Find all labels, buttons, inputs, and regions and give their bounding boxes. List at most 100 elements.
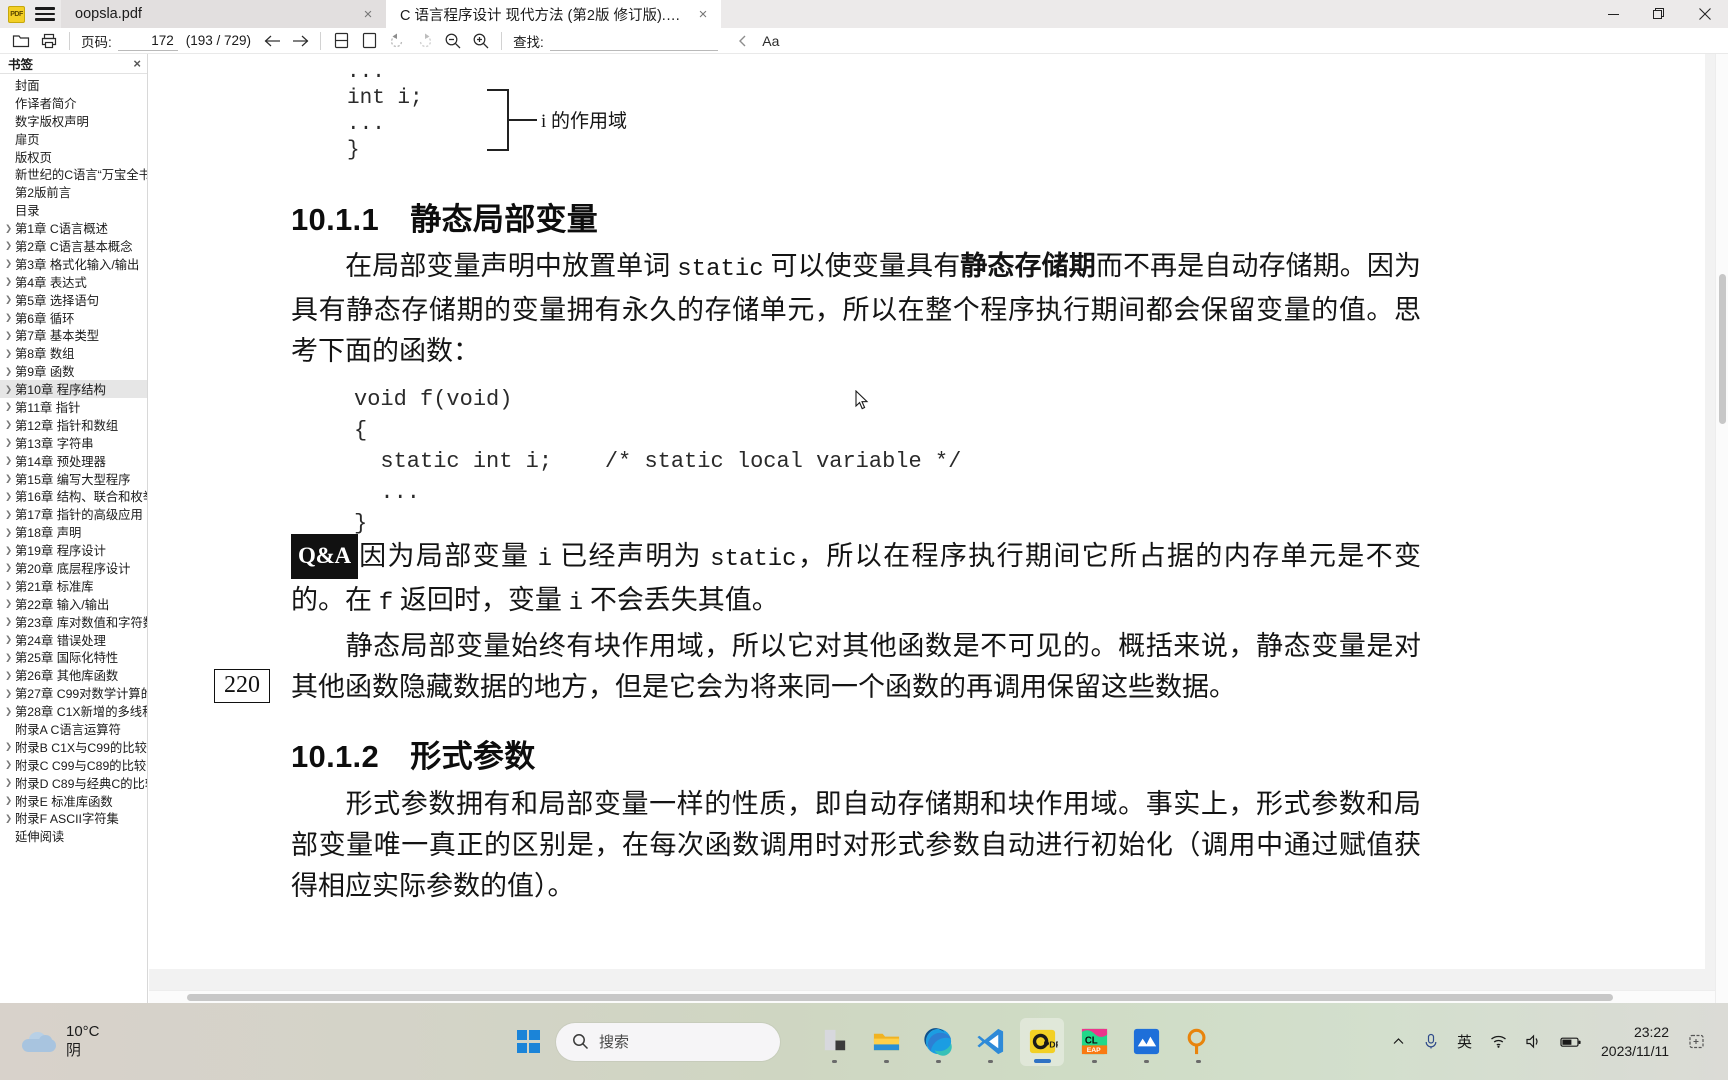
mountain-app-icon[interactable] xyxy=(1124,1018,1168,1066)
bookmark-item[interactable]: ❯ 第21章 标准库 xyxy=(0,577,147,595)
wifi-icon[interactable] xyxy=(1481,1019,1516,1065)
two-page-view-icon[interactable] xyxy=(328,29,354,53)
bookmark-item[interactable]: ❯作译者简介 xyxy=(0,94,147,112)
tab-close-icon[interactable]: × xyxy=(360,7,376,22)
minimize-button[interactable] xyxy=(1590,0,1636,28)
bookmark-item[interactable]: ❯ 第3章 格式化输入/输出 xyxy=(0,255,147,273)
chevron-right-icon[interactable]: ❯ xyxy=(2,276,15,287)
bookmark-item[interactable]: ❯ 第22章 输入/输出 xyxy=(0,595,147,613)
chevron-right-icon[interactable]: ❯ xyxy=(2,240,15,251)
print-icon[interactable] xyxy=(36,29,62,53)
chevron-right-icon[interactable]: ❯ xyxy=(2,509,15,520)
bookmark-item[interactable]: ❯ 第26章 其他库函数 xyxy=(0,666,147,684)
rotate-left-icon[interactable] xyxy=(384,29,410,53)
chevron-right-icon[interactable]: ❯ xyxy=(2,795,15,806)
chevron-right-icon[interactable]: ❯ xyxy=(2,741,15,752)
chevron-right-icon[interactable]: ❯ xyxy=(2,294,15,305)
zoom-out-icon[interactable] xyxy=(440,29,466,53)
bookmark-item[interactable]: ❯延伸阅读 xyxy=(0,827,147,845)
bookmark-item[interactable]: ❯ 附录C C99与C89的比较 xyxy=(0,756,147,774)
horizontal-scrollbar-thumb[interactable] xyxy=(187,994,1613,1001)
bookmark-item[interactable]: ❯ 第8章 数组 xyxy=(0,344,147,362)
bookmark-item[interactable]: ❯ 第16章 结构、联合和枚举 xyxy=(0,487,147,505)
bookmark-item[interactable]: ❯第2版前言 xyxy=(0,183,147,201)
bookmark-item[interactable]: ❯新世纪的C语言“万宝全书” xyxy=(0,165,147,183)
find-input[interactable] xyxy=(549,30,718,51)
chevron-right-icon[interactable]: ❯ xyxy=(2,652,15,663)
bookmark-item[interactable]: ❯版权页 xyxy=(0,148,147,166)
close-window-button[interactable] xyxy=(1682,0,1728,28)
battery-icon[interactable] xyxy=(1551,1019,1591,1065)
bookmark-item[interactable]: ❯第27章 C99对数学计算的支持 xyxy=(0,684,147,702)
next-page-icon[interactable] xyxy=(287,29,313,53)
chevron-right-icon[interactable]: ❯ xyxy=(2,616,15,627)
bookmark-item[interactable]: ❯ 附录D C89与经典C的比较 xyxy=(0,774,147,792)
vertical-scrollbar[interactable] xyxy=(1715,54,1728,1003)
chevron-right-icon[interactable]: ❯ xyxy=(2,813,15,824)
tab-close-icon[interactable]: × xyxy=(695,7,711,22)
chevron-right-icon[interactable]: ❯ xyxy=(2,258,15,269)
bookmark-item[interactable]: ❯ 第14章 预处理器 xyxy=(0,452,147,470)
chevron-right-icon[interactable]: ❯ xyxy=(2,598,15,609)
chevron-right-icon[interactable]: ❯ xyxy=(2,223,15,234)
chevron-right-icon[interactable]: ❯ xyxy=(2,580,15,591)
chevron-right-icon[interactable]: ❯ xyxy=(2,562,15,573)
bookmark-item[interactable]: ❯ 第25章 国际化特性 xyxy=(0,649,147,667)
bookmark-item[interactable]: ❯扉页 xyxy=(0,130,147,148)
document-viewport[interactable]: ... int i; ... } i 的作用域 10.1.1 静态局部变量 在局… xyxy=(149,54,1719,1003)
taskbar-search-box[interactable]: 搜索 xyxy=(556,1022,780,1061)
bookmark-item[interactable]: ❯ 第24章 错误处理 xyxy=(0,631,147,649)
bookmark-item[interactable]: ❯ 第7章 基本类型 xyxy=(0,326,147,344)
volume-icon[interactable] xyxy=(1516,1019,1551,1065)
font-size-button[interactable]: Aa xyxy=(758,30,784,52)
chevron-right-icon[interactable]: ❯ xyxy=(2,634,15,645)
microphone-icon[interactable] xyxy=(1414,1019,1448,1065)
bookmark-item[interactable]: ❯ 附录F ASCII字符集 xyxy=(0,810,147,828)
bookmark-item[interactable]: ❯目录 xyxy=(0,201,147,219)
bookmark-item[interactable]: ❯ 第20章 底层程序设计 xyxy=(0,559,147,577)
file-explorer-icon[interactable] xyxy=(864,1018,908,1066)
find-previous-icon[interactable] xyxy=(730,29,756,53)
bookmark-item[interactable]: ❯ 第12章 指针和数组 xyxy=(0,416,147,434)
bookmark-item[interactable]: ❯第28章 C1X新增的多线程支持 xyxy=(0,702,147,720)
chevron-right-icon[interactable]: ❯ xyxy=(2,384,15,395)
bookmark-item[interactable]: ❯ 第1章 C语言概述 xyxy=(0,219,147,237)
chevron-right-icon[interactable]: ❯ xyxy=(2,401,15,412)
chevron-right-icon[interactable]: ❯ xyxy=(2,491,15,502)
open-file-icon[interactable] xyxy=(8,29,34,53)
chevron-right-icon[interactable]: ❯ xyxy=(2,366,15,377)
bookmark-item[interactable]: ❯ 第4章 表达式 xyxy=(0,273,147,291)
luna-app-icon[interactable] xyxy=(812,1018,856,1066)
chevron-right-icon[interactable]: ❯ xyxy=(2,473,15,484)
bookmark-item[interactable]: ❯ 附录E 标准库函数 xyxy=(0,792,147,810)
chevron-right-icon[interactable]: ❯ xyxy=(2,706,15,717)
notification-icon[interactable] xyxy=(1679,1019,1714,1065)
chevron-right-icon[interactable]: ❯ xyxy=(2,312,15,323)
clion-icon[interactable]: CL EAP xyxy=(1072,1018,1116,1066)
bookmark-item[interactable]: ❯ 第19章 程序设计 xyxy=(0,541,147,559)
horizontal-scrollbar[interactable] xyxy=(149,990,1715,1003)
page-number-input[interactable] xyxy=(117,30,178,51)
bookmark-item[interactable]: ❯ 第17章 指针的高级应用 xyxy=(0,505,147,523)
chevron-right-icon[interactable]: ❯ xyxy=(2,437,15,448)
tray-chevron-up-icon[interactable] xyxy=(1383,1019,1414,1065)
chevron-right-icon[interactable]: ❯ xyxy=(2,455,15,466)
bookmarks-close-icon[interactable]: × xyxy=(133,57,141,70)
menu-hamburger-icon[interactable] xyxy=(35,6,55,22)
tab-oopsla-pdf[interactable]: oopsla.pdf × xyxy=(61,0,386,28)
chevron-right-icon[interactable]: ❯ xyxy=(2,527,15,538)
single-page-view-icon[interactable] xyxy=(356,29,382,53)
windows-start-icon[interactable] xyxy=(508,1022,548,1062)
bookmark-item[interactable]: ❯ 第2章 C语言基本概念 xyxy=(0,237,147,255)
tab-c-language-pdf[interactable]: C 语言程序设计 现代方法 (第2版 修订版).pdf × xyxy=(386,0,721,28)
bookmark-item[interactable]: ❯ 第11章 指针 xyxy=(0,398,147,416)
chevron-right-icon[interactable]: ❯ xyxy=(2,330,15,341)
ime-indicator[interactable]: 英 xyxy=(1448,1019,1481,1065)
microsoft-edge-icon[interactable] xyxy=(916,1018,960,1066)
bookmark-item[interactable]: ❯数字版权声明 xyxy=(0,112,147,130)
zoom-in-icon[interactable] xyxy=(468,29,494,53)
bookmark-item[interactable]: ❯ 第10章 程序结构 xyxy=(0,380,147,399)
bookmark-item[interactable]: ❯ 第18章 声明 xyxy=(0,523,147,541)
chevron-right-icon[interactable]: ❯ xyxy=(2,419,15,430)
everything-search-icon[interactable] xyxy=(1176,1018,1220,1066)
